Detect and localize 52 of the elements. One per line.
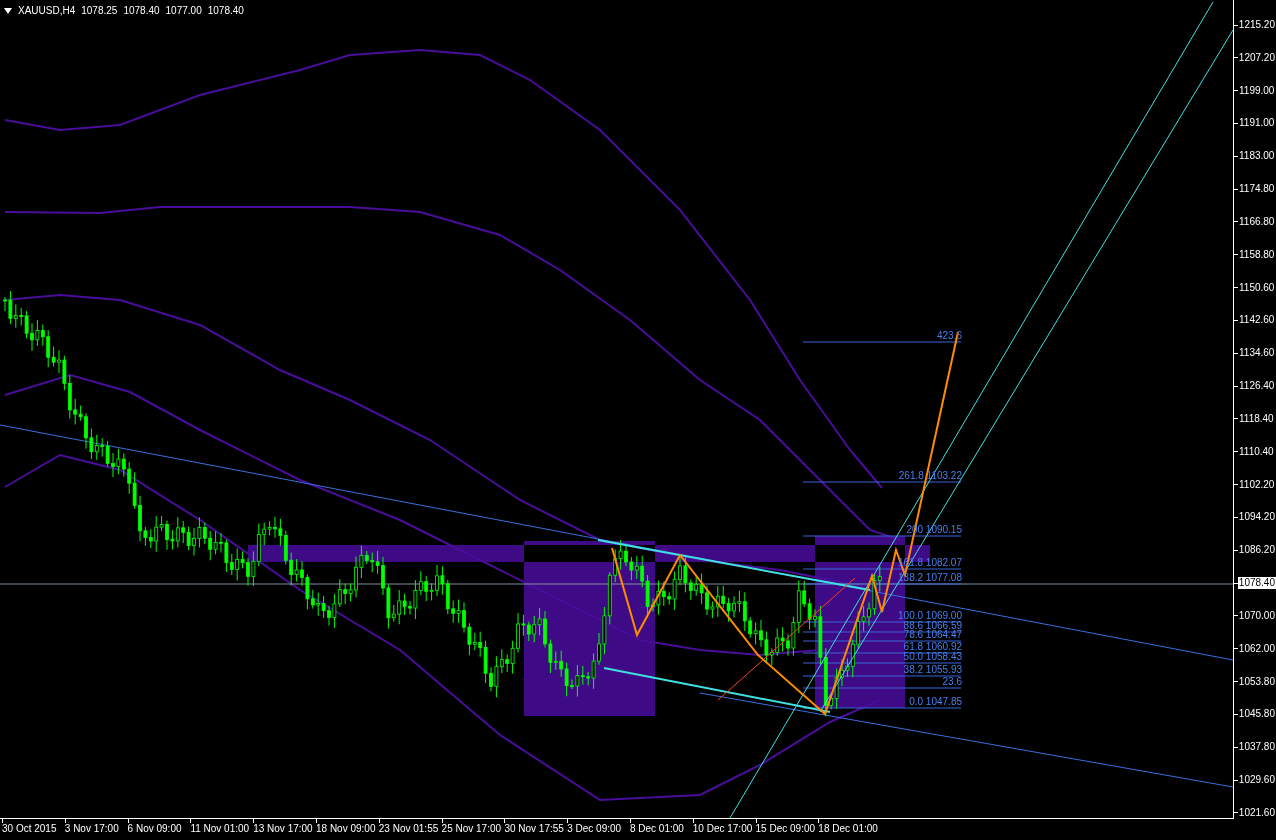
price-axis-label: 1053.80 xyxy=(1237,675,1276,688)
fibonacci-level-label: 100.0 1069.00 xyxy=(898,610,962,621)
fibonacci-level-label: 61.8 1060.92 xyxy=(903,641,962,652)
price-axis-label: 1142.60 xyxy=(1238,314,1276,327)
price-axis-label: 1045.80 xyxy=(1237,708,1276,721)
time-axis-label: 11 Nov 01:00 xyxy=(190,823,251,835)
price-axis-label: 1110.40 xyxy=(1238,445,1275,458)
time-axis-label: 3 Dec 09:00 xyxy=(567,823,623,835)
price-axis-label: 1174.80 xyxy=(1238,183,1276,196)
fibonacci-level-label: 50.0 1058.43 xyxy=(903,651,962,662)
time-axis-label: 18 Dec 01:00 xyxy=(818,823,879,835)
price-axis-label: 1078.40 xyxy=(1237,577,1276,590)
price-axis-label: 1070.00 xyxy=(1237,609,1276,622)
time-axis-label: 18 Nov 09:00 xyxy=(316,823,377,835)
price-axis-label: 1166.80 xyxy=(1238,215,1276,228)
fibonacci-level-label: 0.0 1047.85 xyxy=(909,696,962,707)
ohlc-value: 1078.40 xyxy=(207,4,244,18)
time-axis-label: 3 Nov 17:00 xyxy=(64,823,120,835)
symbol-title: XAUUSD,H4 xyxy=(18,4,76,18)
time-axis-label: 25 Nov 17:00 xyxy=(441,823,503,835)
price-axis-label: 1102.20 xyxy=(1238,478,1276,491)
price-axis-label: 1215.20 xyxy=(1237,19,1276,31)
price-axis-label: 1183.00 xyxy=(1238,150,1276,163)
price-axis-label: 1158.80 xyxy=(1238,248,1276,261)
price-axis-label: 1021.60 xyxy=(1237,806,1276,819)
price-axis-label: 1086.20 xyxy=(1237,544,1276,557)
price-axis-label: 1037.80 xyxy=(1237,741,1276,754)
fibonacci-level-label: 78.6 1064.47 xyxy=(903,629,962,640)
time-axis-label: 30 Nov 17:55 xyxy=(504,823,565,835)
time-axis-label: 30 Oct 2015 xyxy=(2,823,58,835)
time-axis-label: 8 Dec 01:00 xyxy=(629,823,685,835)
price-axis-label: 1094.20 xyxy=(1237,511,1276,524)
time-axis-label: 15 Dec 09:00 xyxy=(755,823,817,835)
price-axis-label: 1134.60 xyxy=(1238,347,1276,360)
price-axis-label: 1191.00 xyxy=(1238,117,1276,130)
ohlc-value: 1078.25 xyxy=(81,4,118,18)
time-axis-label: 10 Dec 17:00 xyxy=(692,823,754,835)
ohlc-value: 1077.00 xyxy=(165,4,202,18)
time-axis-label: 6 Nov 09:00 xyxy=(127,823,183,835)
time-axis-label: 13 Nov 17:00 xyxy=(253,823,314,835)
price-axis-label: 1062.00 xyxy=(1237,642,1276,655)
time-axis-label: 23 Nov 01:55 xyxy=(378,823,440,835)
fibonacci-level-label: 88.6 1066.59 xyxy=(903,620,962,631)
price-axis-label: 1199.00 xyxy=(1238,84,1276,97)
ohlc-value: 1078.40 xyxy=(123,4,160,18)
price-axis-label: 1207.20 xyxy=(1237,51,1276,64)
fibonacci-level-label: 38.2 1055.93 xyxy=(903,664,962,675)
fibonacci-level-label: 23.6 xyxy=(942,676,962,687)
price-axis-label: 1118.40 xyxy=(1238,412,1275,425)
price-axis-label: 1029.60 xyxy=(1237,774,1276,787)
price-axis-label: 1150.60 xyxy=(1238,281,1276,294)
price-axis-label: 1126.40 xyxy=(1238,380,1276,393)
